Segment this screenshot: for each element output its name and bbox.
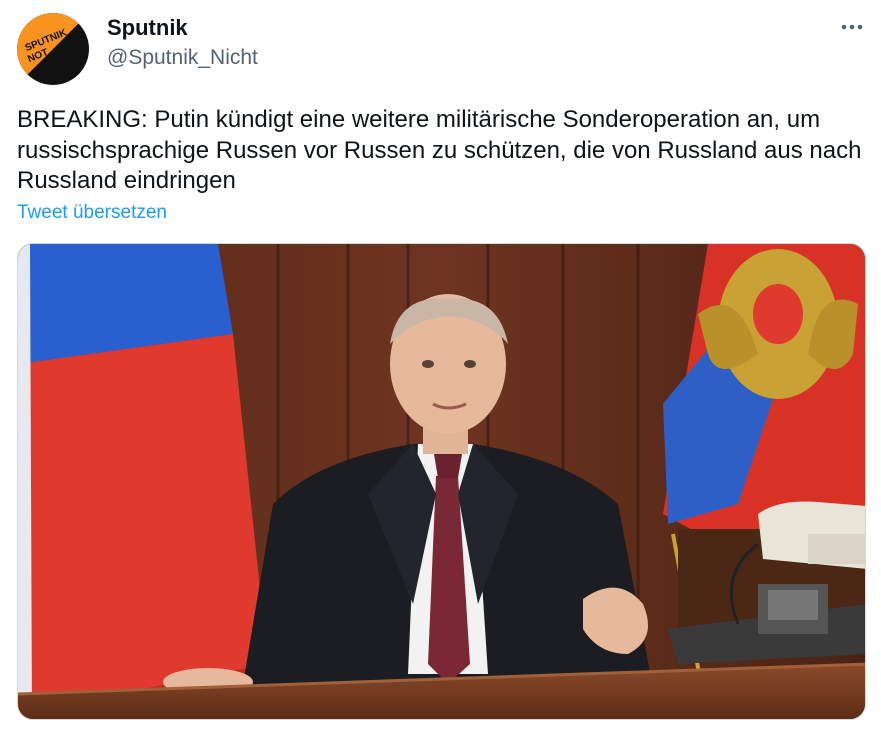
press-photo-illustration [18,244,865,719]
translate-tweet-link[interactable]: Tweet übersetzen [17,201,167,225]
author-handle[interactable]: @Sputnik_Nicht [107,45,258,71]
tweet-text: BREAKING: Putin kündigt eine weitere mil… [17,106,862,194]
more-horizontal-icon[interactable] [839,14,865,40]
sputnik-logo-icon: SPUTNIK NOT [17,13,89,85]
author-name[interactable]: Sputnik [107,15,188,41]
avatar[interactable]: SPUTNIK NOT [17,13,89,85]
tweet-media-image[interactable] [17,243,866,720]
